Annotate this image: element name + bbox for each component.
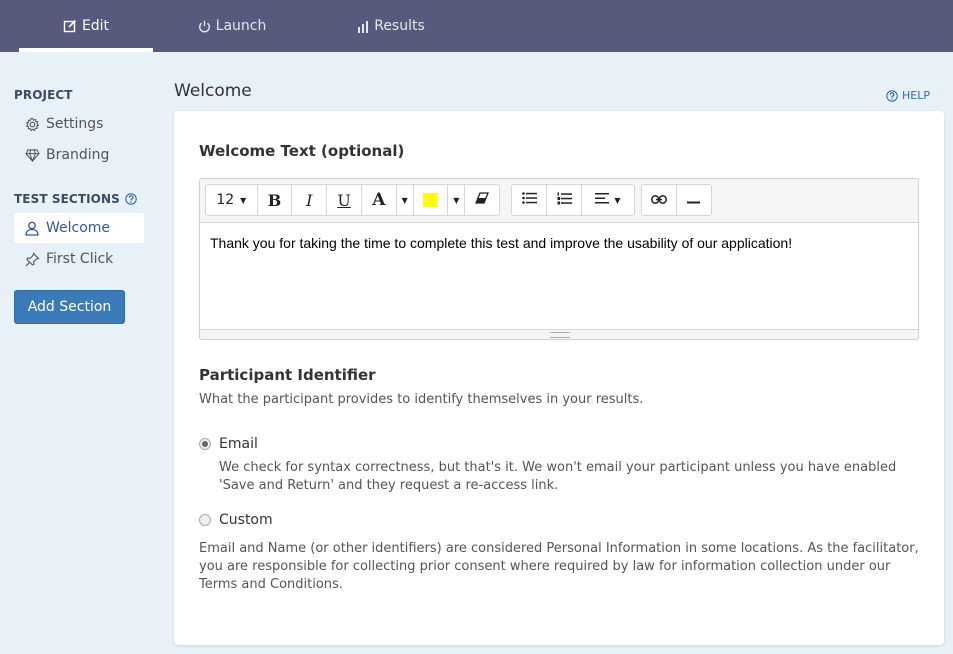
help-label: HELP <box>902 89 930 102</box>
pin-icon <box>24 251 40 267</box>
email-radio[interactable] <box>199 438 211 450</box>
tab-edit-label: Edit <box>81 18 110 34</box>
caret-down-icon: ▼ <box>614 195 621 205</box>
bar-chart-icon <box>357 20 369 33</box>
sidebar-item-label: Settings <box>46 116 104 132</box>
sidebar-item-label: Branding <box>46 147 110 163</box>
gear-icon <box>24 116 40 132</box>
participant-identifier-description: What the participant provides to identif… <box>199 392 644 407</box>
editor-text: Thank you for taking the time to complet… <box>210 235 793 251</box>
eraser-icon <box>475 192 490 208</box>
underline-button[interactable]: U <box>327 185 362 215</box>
list-group: ▼ <box>511 184 635 216</box>
participant-identifier-heading: Participant Identifier <box>199 366 376 384</box>
test-sections-label: TEST SECTIONS <box>14 192 120 206</box>
sidebar-item-first-click[interactable]: First Click <box>14 244 144 274</box>
format-group: 12 ▼ B I U A ▼ ▼ <box>205 184 500 216</box>
help-circle-icon[interactable] <box>125 193 137 205</box>
bullet-list-icon <box>521 192 537 208</box>
custom-radio-label: Custom <box>219 512 273 528</box>
power-icon <box>198 20 211 33</box>
bold-button[interactable]: B <box>258 185 293 215</box>
caret-down-icon: ▼ <box>240 195 247 205</box>
help-link[interactable]: HELP <box>886 89 930 102</box>
email-radio-option[interactable]: Email <box>199 436 258 452</box>
sidebar-item-welcome[interactable]: Welcome <box>14 213 144 243</box>
personal-information-note: Email and Name (or other identifiers) ar… <box>199 541 919 592</box>
highlight-swatch <box>423 193 438 207</box>
test-sections-heading: TEST SECTIONS <box>14 192 137 206</box>
font-color-caret[interactable]: ▼ <box>397 185 414 215</box>
sidebar-item-label: Welcome <box>46 220 111 236</box>
insert-group <box>641 184 712 216</box>
link-icon <box>650 192 667 208</box>
italic-button[interactable]: I <box>292 185 328 215</box>
tab-edit[interactable]: Edit <box>19 0 153 52</box>
help-circle-icon <box>886 89 898 102</box>
highlight-color-button[interactable] <box>414 185 449 215</box>
sidebar-item-settings[interactable]: Settings <box>14 109 144 139</box>
sidebar-item-label: First Click <box>46 251 114 267</box>
rich-text-editor: 12 ▼ B I U A ▼ ▼ ▼ Thank you for taking … <box>199 178 919 340</box>
sidebar-item-branding[interactable]: Branding <box>14 140 144 170</box>
tab-launch[interactable]: Launch <box>165 0 299 52</box>
page-title: Welcome <box>174 81 252 101</box>
tab-results-label: Results <box>374 18 425 34</box>
tab-launch-label: Launch <box>215 18 267 34</box>
email-radio-label: Email <box>219 436 258 452</box>
user-icon <box>24 220 40 236</box>
horizontal-rule-icon <box>687 192 701 208</box>
link-button[interactable] <box>642 185 677 215</box>
email-option-description: We check for syntax correctness, but tha… <box>219 460 897 493</box>
align-left-icon <box>595 192 610 208</box>
highlight-color-caret[interactable]: ▼ <box>448 185 466 215</box>
welcome-card: Welcome Text (optional) 12 ▼ B I U A ▼ ▼ <box>174 111 944 645</box>
font-size-dropdown[interactable]: 12 ▼ <box>206 185 258 215</box>
align-dropdown[interactable]: ▼ <box>582 185 634 215</box>
eraser-button[interactable] <box>465 185 499 215</box>
editor-content[interactable]: Thank you for taking the time to complet… <box>200 222 918 330</box>
custom-radio[interactable] <box>199 514 211 526</box>
welcome-text-heading: Welcome Text (optional) <box>199 142 405 160</box>
add-section-button[interactable]: Add Section <box>14 290 125 324</box>
project-heading: PROJECT <box>14 88 73 102</box>
edit-icon <box>63 19 77 33</box>
tab-results[interactable]: Results <box>324 0 458 52</box>
numbered-list-button[interactable] <box>547 185 582 215</box>
font-color-button[interactable]: A <box>362 185 397 215</box>
horizontal-rule-button[interactable] <box>677 185 712 215</box>
numbered-list-icon <box>557 192 572 209</box>
resize-handle-icon[interactable] <box>550 332 570 338</box>
diamond-icon <box>24 147 40 163</box>
top-nav: Edit Launch Results <box>0 0 953 52</box>
bullet-list-button[interactable] <box>512 185 547 215</box>
font-size-value: 12 <box>216 192 235 208</box>
custom-radio-option[interactable]: Custom <box>199 512 273 528</box>
